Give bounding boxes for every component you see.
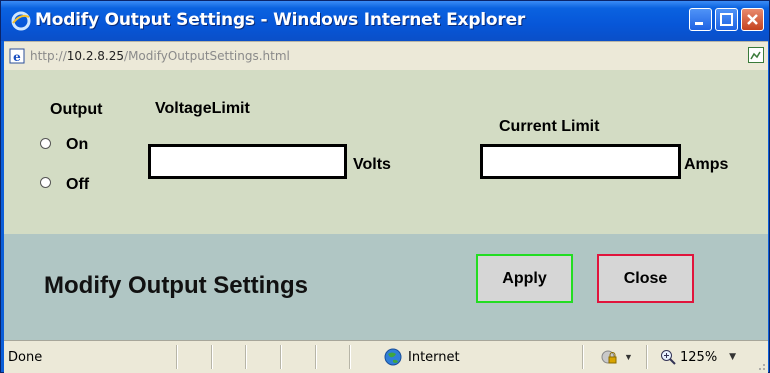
url-prefix: http://: [30, 49, 67, 63]
status-divider: [176, 345, 178, 369]
status-bar: Done Internet ▼ 125% ▼: [4, 340, 768, 373]
globe-icon: [384, 348, 402, 366]
chevron-down-icon: ▼: [729, 352, 737, 362]
security-zone[interactable]: Internet: [384, 347, 460, 367]
status-text: Done: [8, 350, 43, 365]
status-divider: [582, 345, 584, 369]
page-content: Output On Off VoltageLimit Volts Current…: [4, 70, 768, 340]
status-divider: [245, 345, 247, 369]
protected-mode-button[interactable]: ▼: [600, 348, 633, 366]
address-bar[interactable]: e http://10.2.8.25/ModifyOutputSettings.…: [4, 41, 768, 71]
close-button[interactable]: Close: [597, 254, 694, 303]
current-limit-label: Current Limit: [499, 118, 600, 135]
amps-unit-label: Amps: [684, 156, 729, 173]
status-divider: [646, 345, 648, 369]
url-text[interactable]: http://10.2.8.25/ModifyOutputSettings.ht…: [30, 49, 290, 63]
zoom-control[interactable]: 125% ▼: [660, 347, 736, 367]
current-limit-input[interactable]: [480, 144, 681, 179]
window-close-button[interactable]: [741, 8, 764, 31]
zone-label: Internet: [408, 349, 460, 365]
browser-window: Modify Output Settings - Windows Interne…: [0, 0, 770, 373]
radio-on-label: On: [66, 136, 89, 153]
status-divider: [315, 345, 317, 369]
radio-off-label: Off: [66, 176, 90, 193]
title-bar[interactable]: Modify Output Settings - Windows Interne…: [1, 1, 769, 41]
actions-panel: Modify Output Settings Apply Close: [4, 234, 768, 340]
maximize-button[interactable]: [715, 8, 738, 31]
page-image-icon[interactable]: [748, 47, 764, 63]
voltage-limit-input[interactable]: [148, 144, 347, 179]
resize-grip-icon[interactable]: [756, 361, 766, 371]
maximize-icon: [720, 13, 733, 26]
minimize-icon: [695, 22, 703, 25]
apply-button[interactable]: Apply: [476, 254, 573, 303]
chevron-down-icon: ▼: [624, 352, 633, 362]
url-host: 10.2.8.25: [66, 49, 125, 63]
url-path: /ModifyOutputSettings.html: [124, 49, 290, 63]
ie-logo-icon: [11, 11, 31, 31]
svg-text:e: e: [13, 50, 21, 64]
lock-globe-icon: [601, 350, 617, 364]
status-divider: [280, 345, 282, 369]
status-divider: [211, 345, 213, 369]
window-title: Modify Output Settings - Windows Interne…: [35, 10, 526, 30]
status-divider: [349, 345, 351, 369]
minimize-button[interactable]: [689, 8, 712, 31]
zoom-level: 125%: [680, 349, 718, 365]
ie-page-icon: e: [9, 48, 25, 64]
modify-output-heading: Modify Output Settings: [44, 272, 308, 299]
radio-on[interactable]: [40, 138, 51, 149]
settings-form: Output On Off VoltageLimit Volts Current…: [4, 70, 768, 234]
volts-unit-label: Volts: [353, 156, 391, 173]
radio-off[interactable]: [40, 177, 51, 188]
output-label: Output: [50, 101, 103, 118]
close-icon: [747, 14, 758, 25]
voltage-limit-label: VoltageLimit: [155, 100, 250, 117]
zoom-icon: [661, 350, 676, 365]
